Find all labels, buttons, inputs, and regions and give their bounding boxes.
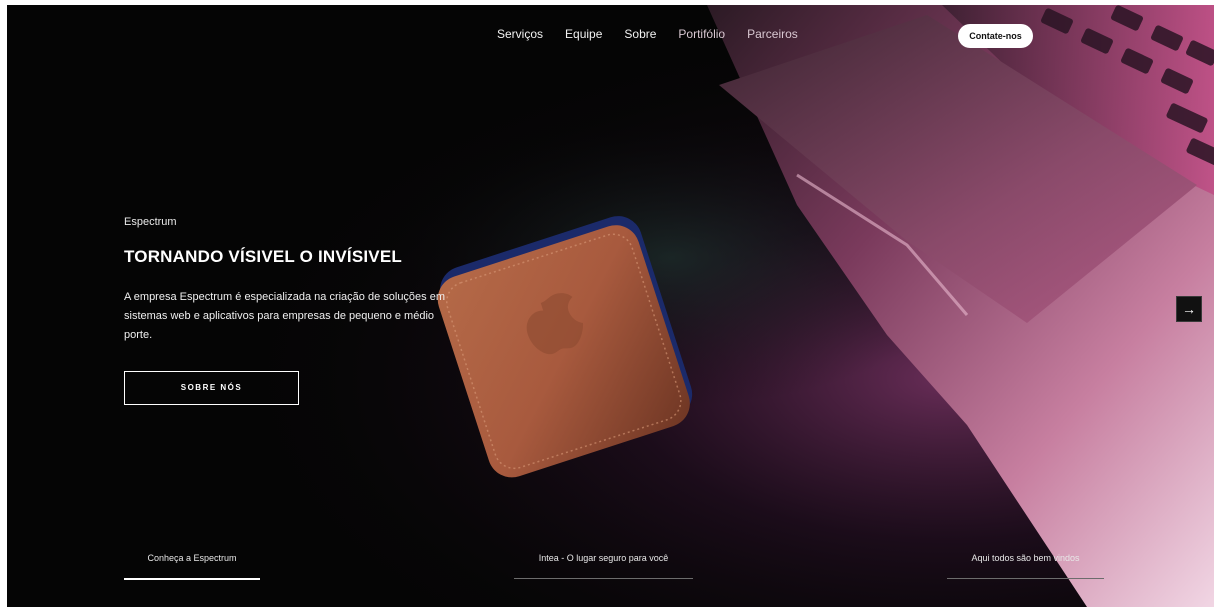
nav-item-sobre[interactable]: Sobre <box>624 27 656 41</box>
hero-section: Serviços Equipe Sobre Portifólio Parceir… <box>7 5 1214 607</box>
slide-tab-label: Conheça a Espectrum <box>147 553 237 563</box>
slide-tab-label: Intea - O lugar seguro para você <box>538 553 669 563</box>
hero-description: A empresa Espectrum é especializada na c… <box>124 291 446 341</box>
contact-button[interactable]: Contate-nos <box>958 24 1033 48</box>
nav-item-portifolio[interactable]: Portifólio <box>678 27 725 41</box>
slide-tab-label: Aqui todos são bem vindos <box>971 553 1080 563</box>
slide-tab-2[interactable]: Intea - O lugar seguro para você <box>514 553 693 579</box>
next-slide-button[interactable]: → <box>1176 296 1202 322</box>
slide-tab-indicator <box>514 578 693 579</box>
main-nav: Serviços Equipe Sobre Portifólio Parceir… <box>497 27 820 41</box>
slide-tab-1[interactable]: Conheça a Espectrum <box>124 553 260 580</box>
slide-tab-3[interactable]: Aqui todos são bem vindos <box>947 553 1104 579</box>
slide-tab-indicator <box>124 578 260 580</box>
arrow-right-icon: → <box>1182 301 1196 317</box>
nav-item-servicos[interactable]: Serviços <box>497 27 543 41</box>
nav-item-equipe[interactable]: Equipe <box>565 27 602 41</box>
nav-item-parceiros[interactable]: Parceiros <box>747 27 798 41</box>
slide-tab-indicator <box>947 578 1104 579</box>
hero-brand-label: Espectrum <box>124 216 177 228</box>
about-us-button[interactable]: SOBRE NÓS <box>124 371 299 405</box>
hero-title: TORNANDO VÍSIVEL O INVÍSIVEL <box>124 247 402 266</box>
